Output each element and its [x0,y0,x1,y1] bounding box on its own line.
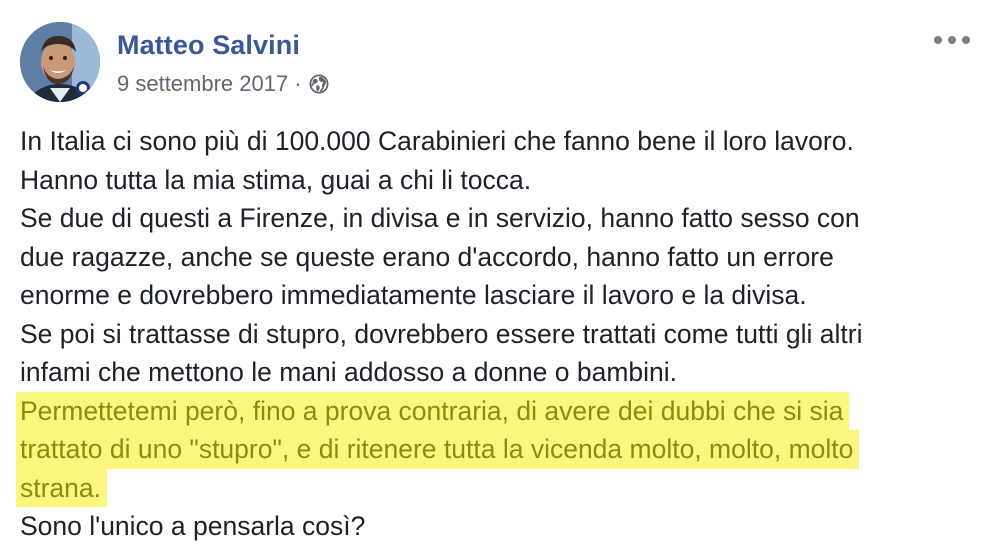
post-text: In Italia ci sono più di 100.000 Carabin… [16,122,970,546]
highlight-text: strana. [16,468,108,507]
post-meta: 9 settembre 2017 · [117,71,329,97]
highlighted-line: strana. [16,468,970,507]
more-options-icon[interactable] [934,30,970,50]
closing-line: Sono l'unico a pensarla così? [20,511,366,541]
more-dot [962,36,970,44]
more-dot [934,36,942,44]
highlighted-line: trattato di uno "stupro", e di ritenere … [16,430,970,469]
author-avatar[interactable] [20,22,100,102]
highlighted-line: Permettetemi però, fino a prova contrari… [16,391,970,430]
post-line: enorme e dovrebbero immediatamente lasci… [20,280,807,310]
post-date[interactable]: 9 settembre 2017 [117,71,288,97]
post-line: Se poi si trattasse di stupro, dovrebber… [20,318,863,349]
post-line: Hanno tutta la mia stima, guai a chi li … [20,164,532,195]
post-line: Se due di questi a Firenze, in divisa e … [20,203,860,233]
post-line: infami che mettono le mani addosso a don… [20,357,678,387]
meta-separator: · [294,71,302,96]
globe-icon[interactable] [309,74,329,94]
post-line: In Italia ci sono più di 100.000 Carabin… [20,126,854,156]
highlight-text: Permettetemi però, fino a prova contrari… [16,391,850,430]
post-line: due ragazze, anche se queste erano d'acc… [20,241,834,272]
post-header: Matteo Salvini 9 settembre 2017 · [20,22,970,106]
facebook-post: Matteo Salvini 9 settembre 2017 · In Ita… [0,0,990,558]
highlight-text: trattato di uno "stupro", e di ritenere … [16,430,860,469]
more-dot [948,36,956,44]
author-name[interactable]: Matteo Salvini [117,30,300,61]
avatar-image [20,22,100,102]
